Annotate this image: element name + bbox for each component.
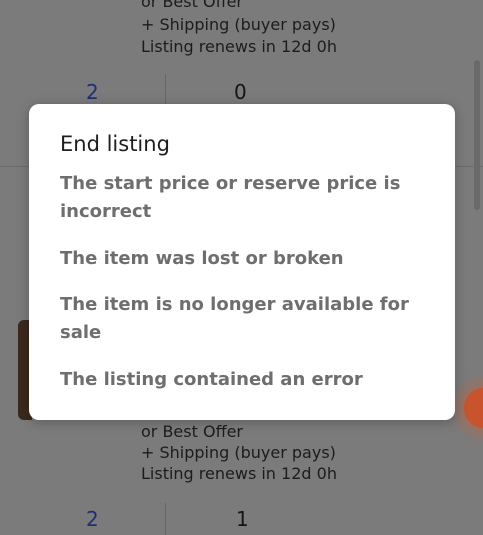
bottom-listing-offers-count[interactable]: 1 bbox=[236, 507, 249, 531]
floating-action-button[interactable] bbox=[464, 388, 483, 428]
top-listing-offers-count[interactable]: 0 bbox=[234, 80, 247, 104]
top-listing-offer-text: or Best Offer bbox=[141, 0, 244, 11]
bottom-listing-shipping-text: + Shipping (buyer pays) bbox=[141, 443, 336, 462]
scrollbar[interactable] bbox=[474, 60, 480, 210]
top-listing-shipping-text: + Shipping (buyer pays) bbox=[141, 15, 336, 34]
dialog-title: End listing bbox=[60, 132, 170, 156]
reason-option-lost-or-broken[interactable]: The item was lost or broken bbox=[60, 245, 420, 273]
reason-option-price-incorrect[interactable]: The start price or reserve price is inco… bbox=[60, 170, 420, 226]
end-listing-dialog: End listing The start price or reserve p… bbox=[29, 104, 455, 420]
reason-option-no-longer-available[interactable]: The item is no longer available for sale bbox=[60, 291, 420, 347]
bottom-listing-divider bbox=[165, 503, 166, 535]
bottom-listing-offer-text: or Best Offer bbox=[141, 422, 244, 441]
top-listing-renew-text: Listing renews in 12d 0h bbox=[141, 37, 337, 56]
bottom-listing-watchers-count[interactable]: 2 bbox=[86, 507, 99, 531]
bottom-listing-renew-text: Listing renews in 12d 0h bbox=[141, 464, 337, 483]
top-listing-watchers-count[interactable]: 2 bbox=[86, 80, 99, 104]
reason-option-listing-error[interactable]: The listing contained an error bbox=[60, 366, 420, 394]
